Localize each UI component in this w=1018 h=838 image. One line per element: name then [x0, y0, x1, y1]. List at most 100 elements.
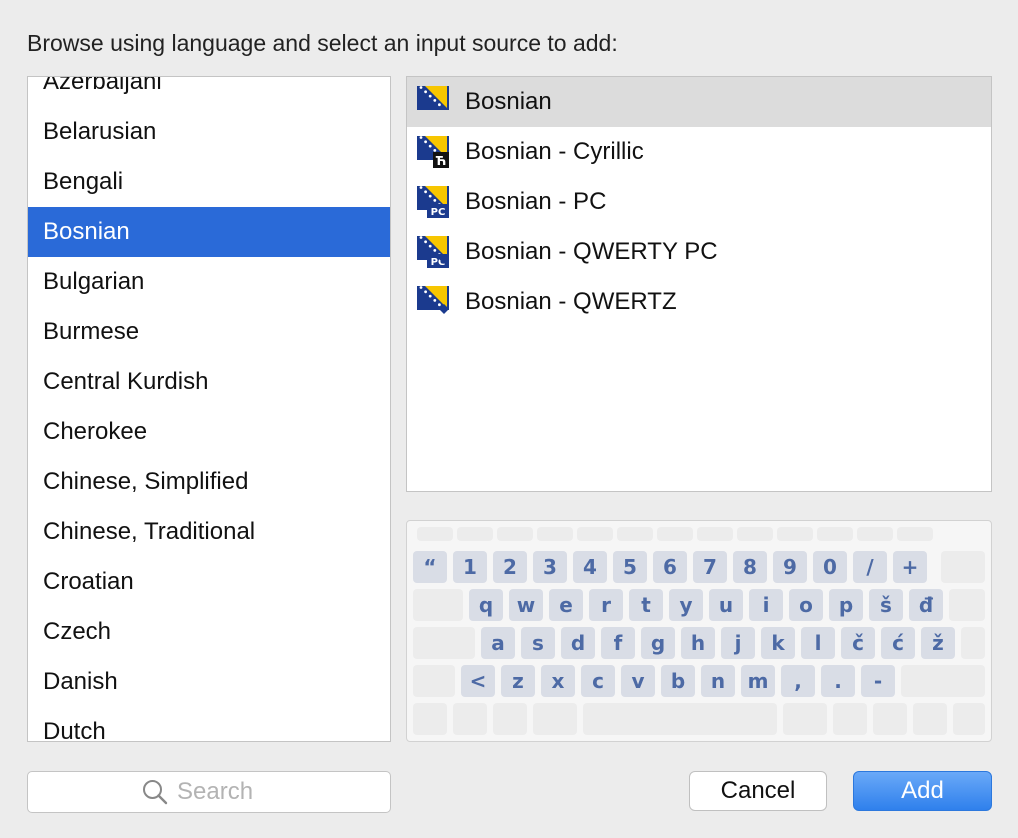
- keyboard-key-blank: [777, 527, 813, 541]
- keyboard-key: m: [741, 665, 775, 697]
- keyboard-key: š: [869, 589, 903, 621]
- language-item[interactable]: Bengali: [28, 157, 390, 207]
- input-source-item[interactable]: Bosnian: [407, 77, 991, 127]
- search-input[interactable]: [177, 778, 277, 806]
- keyboard-row: < z x c v b n m,. -: [413, 665, 985, 697]
- add-button[interactable]: Add: [853, 771, 992, 811]
- keyboard-key-blank: [857, 527, 893, 541]
- keyboard-key: s: [521, 627, 555, 659]
- keyboard-key-blank: [697, 527, 733, 541]
- input-source-label: Bosnian - Cyrillic: [465, 138, 644, 165]
- language-item[interactable]: Chinese, Traditional: [28, 507, 390, 557]
- input-source-label: Bosnian - PC: [465, 188, 607, 215]
- language-item[interactable]: Belarusian: [28, 107, 390, 157]
- keyboard-key-blank: [897, 527, 933, 541]
- keyboard-key: t: [629, 589, 663, 621]
- bosnia-flag-icon: [417, 86, 451, 118]
- keyboard-key: n: [701, 665, 735, 697]
- keyboard-key: j: [721, 627, 755, 659]
- language-item[interactable]: Burmese: [28, 307, 390, 357]
- keyboard-key-blank: [413, 665, 455, 697]
- input-source-list[interactable]: Bosnian Ћ Bosnian - Cyrillic PC Bosnian - PC…: [406, 76, 992, 492]
- keyboard-key: w: [509, 589, 543, 621]
- keyboard-key-blank: [913, 703, 947, 735]
- keyboard-key-blank: [413, 703, 447, 735]
- keyboard-key-blank: [657, 527, 693, 541]
- keyboard-key-blank: [413, 627, 475, 659]
- keyboard-key: č: [841, 627, 875, 659]
- language-item[interactable]: Chinese, Simplified: [28, 457, 390, 507]
- keyboard-key: c: [581, 665, 615, 697]
- cancel-button[interactable]: Cancel: [689, 771, 827, 811]
- language-item[interactable]: Czech: [28, 607, 390, 657]
- bosnia-flag-icon: Ћ: [417, 136, 451, 168]
- page-title: Browse using language and select an inpu…: [27, 30, 618, 56]
- keyboard-key: 3: [533, 551, 567, 583]
- keyboard-key-blank: [497, 527, 533, 541]
- keyboard-key: f: [601, 627, 635, 659]
- keyboard-key: 4: [573, 551, 607, 583]
- keyboard-key: +: [893, 551, 927, 583]
- keyboard-key-blank: [583, 703, 777, 735]
- keyboard-key: z: [501, 665, 535, 697]
- keyboard-key: u: [709, 589, 743, 621]
- input-source-label: Bosnian - QWERTZ: [465, 288, 677, 315]
- input-source-item[interactable]: PC Bosnian - QWERTY PC: [407, 227, 991, 277]
- language-item[interactable]: Dutch: [28, 707, 390, 741]
- keyboard-key-blank: [941, 551, 985, 583]
- keyboard-key-blank: [413, 589, 463, 621]
- keyboard-key: -: [861, 665, 895, 697]
- keyboard-key: 8: [733, 551, 767, 583]
- keyboard-key: <: [461, 665, 495, 697]
- bosnia-flag-icon: PC: [417, 236, 451, 268]
- bosnia-flag-icon: [417, 286, 451, 318]
- keyboard-key-blank: [817, 527, 853, 541]
- input-source-items: Bosnian Ћ Bosnian - Cyrillic PC Bosnian - PC…: [407, 77, 991, 327]
- language-item[interactable]: Central Kurdish: [28, 357, 390, 407]
- keyboard-key: e: [549, 589, 583, 621]
- language-item[interactable]: Cherokee: [28, 407, 390, 457]
- keyboard-key: y: [669, 589, 703, 621]
- keyboard-key: 1: [453, 551, 487, 583]
- input-source-item[interactable]: Bosnian - QWERTZ: [407, 277, 991, 327]
- keyboard-key: o: [789, 589, 823, 621]
- language-item[interactable]: Croatian: [28, 557, 390, 607]
- language-item[interactable]: Bulgarian: [28, 257, 390, 307]
- keyboard-key: v: [621, 665, 655, 697]
- keyboard-key: d: [561, 627, 595, 659]
- keyboard-key-blank: [873, 703, 907, 735]
- input-source-item[interactable]: PC Bosnian - PC: [407, 177, 991, 227]
- keyboard-key: p: [829, 589, 863, 621]
- input-source-label: Bosnian: [465, 88, 552, 115]
- input-source-item[interactable]: Ћ Bosnian - Cyrillic: [407, 127, 991, 177]
- language-list[interactable]: Azerbaijani Belarusian Bengali Bosnian Bulga…: [27, 76, 391, 742]
- keyboard-preview: “1 2 3 4 5 6 7 8 9 0/+ q w e r t y u i o p š đ a s d f g h j k l č ć ž < z x…: [406, 520, 992, 742]
- keyboard-key-blank: [737, 527, 773, 541]
- language-list-items: Azerbaijani Belarusian Bengali Bosnian Bulga…: [28, 77, 390, 741]
- keyboard-key-blank: [617, 527, 653, 541]
- keyboard-key: đ: [909, 589, 943, 621]
- keyboard-key: 7: [693, 551, 727, 583]
- keyboard-row: qwertyuiopšđ: [413, 589, 985, 621]
- language-item[interactable]: Danish: [28, 657, 390, 707]
- keyboard-key: q: [469, 589, 503, 621]
- keyboard-key: g: [641, 627, 675, 659]
- bosnia-flag-icon: PC: [417, 186, 451, 218]
- keyboard-key: r: [589, 589, 623, 621]
- search-field[interactable]: [27, 771, 391, 813]
- keyboard-key-blank: [537, 527, 573, 541]
- keyboard-key: a: [481, 627, 515, 659]
- svg-text:Ћ: Ћ: [436, 154, 447, 168]
- keyboard-key-blank: [949, 589, 985, 621]
- keyboard-row: [413, 527, 985, 541]
- language-item[interactable]: Bosnian: [28, 207, 390, 257]
- keyboard-row: asdfghjklčćž: [413, 627, 985, 659]
- keyboard-key: 0: [813, 551, 847, 583]
- keyboard-key: .: [821, 665, 855, 697]
- keyboard-key: b: [661, 665, 695, 697]
- keyboard-key-blank: [961, 627, 985, 659]
- keyboard-key: ,: [781, 665, 815, 697]
- keyboard-key: “: [413, 551, 447, 583]
- language-item[interactable]: Azerbaijani: [28, 77, 390, 107]
- keyboard-key-blank: [417, 527, 453, 541]
